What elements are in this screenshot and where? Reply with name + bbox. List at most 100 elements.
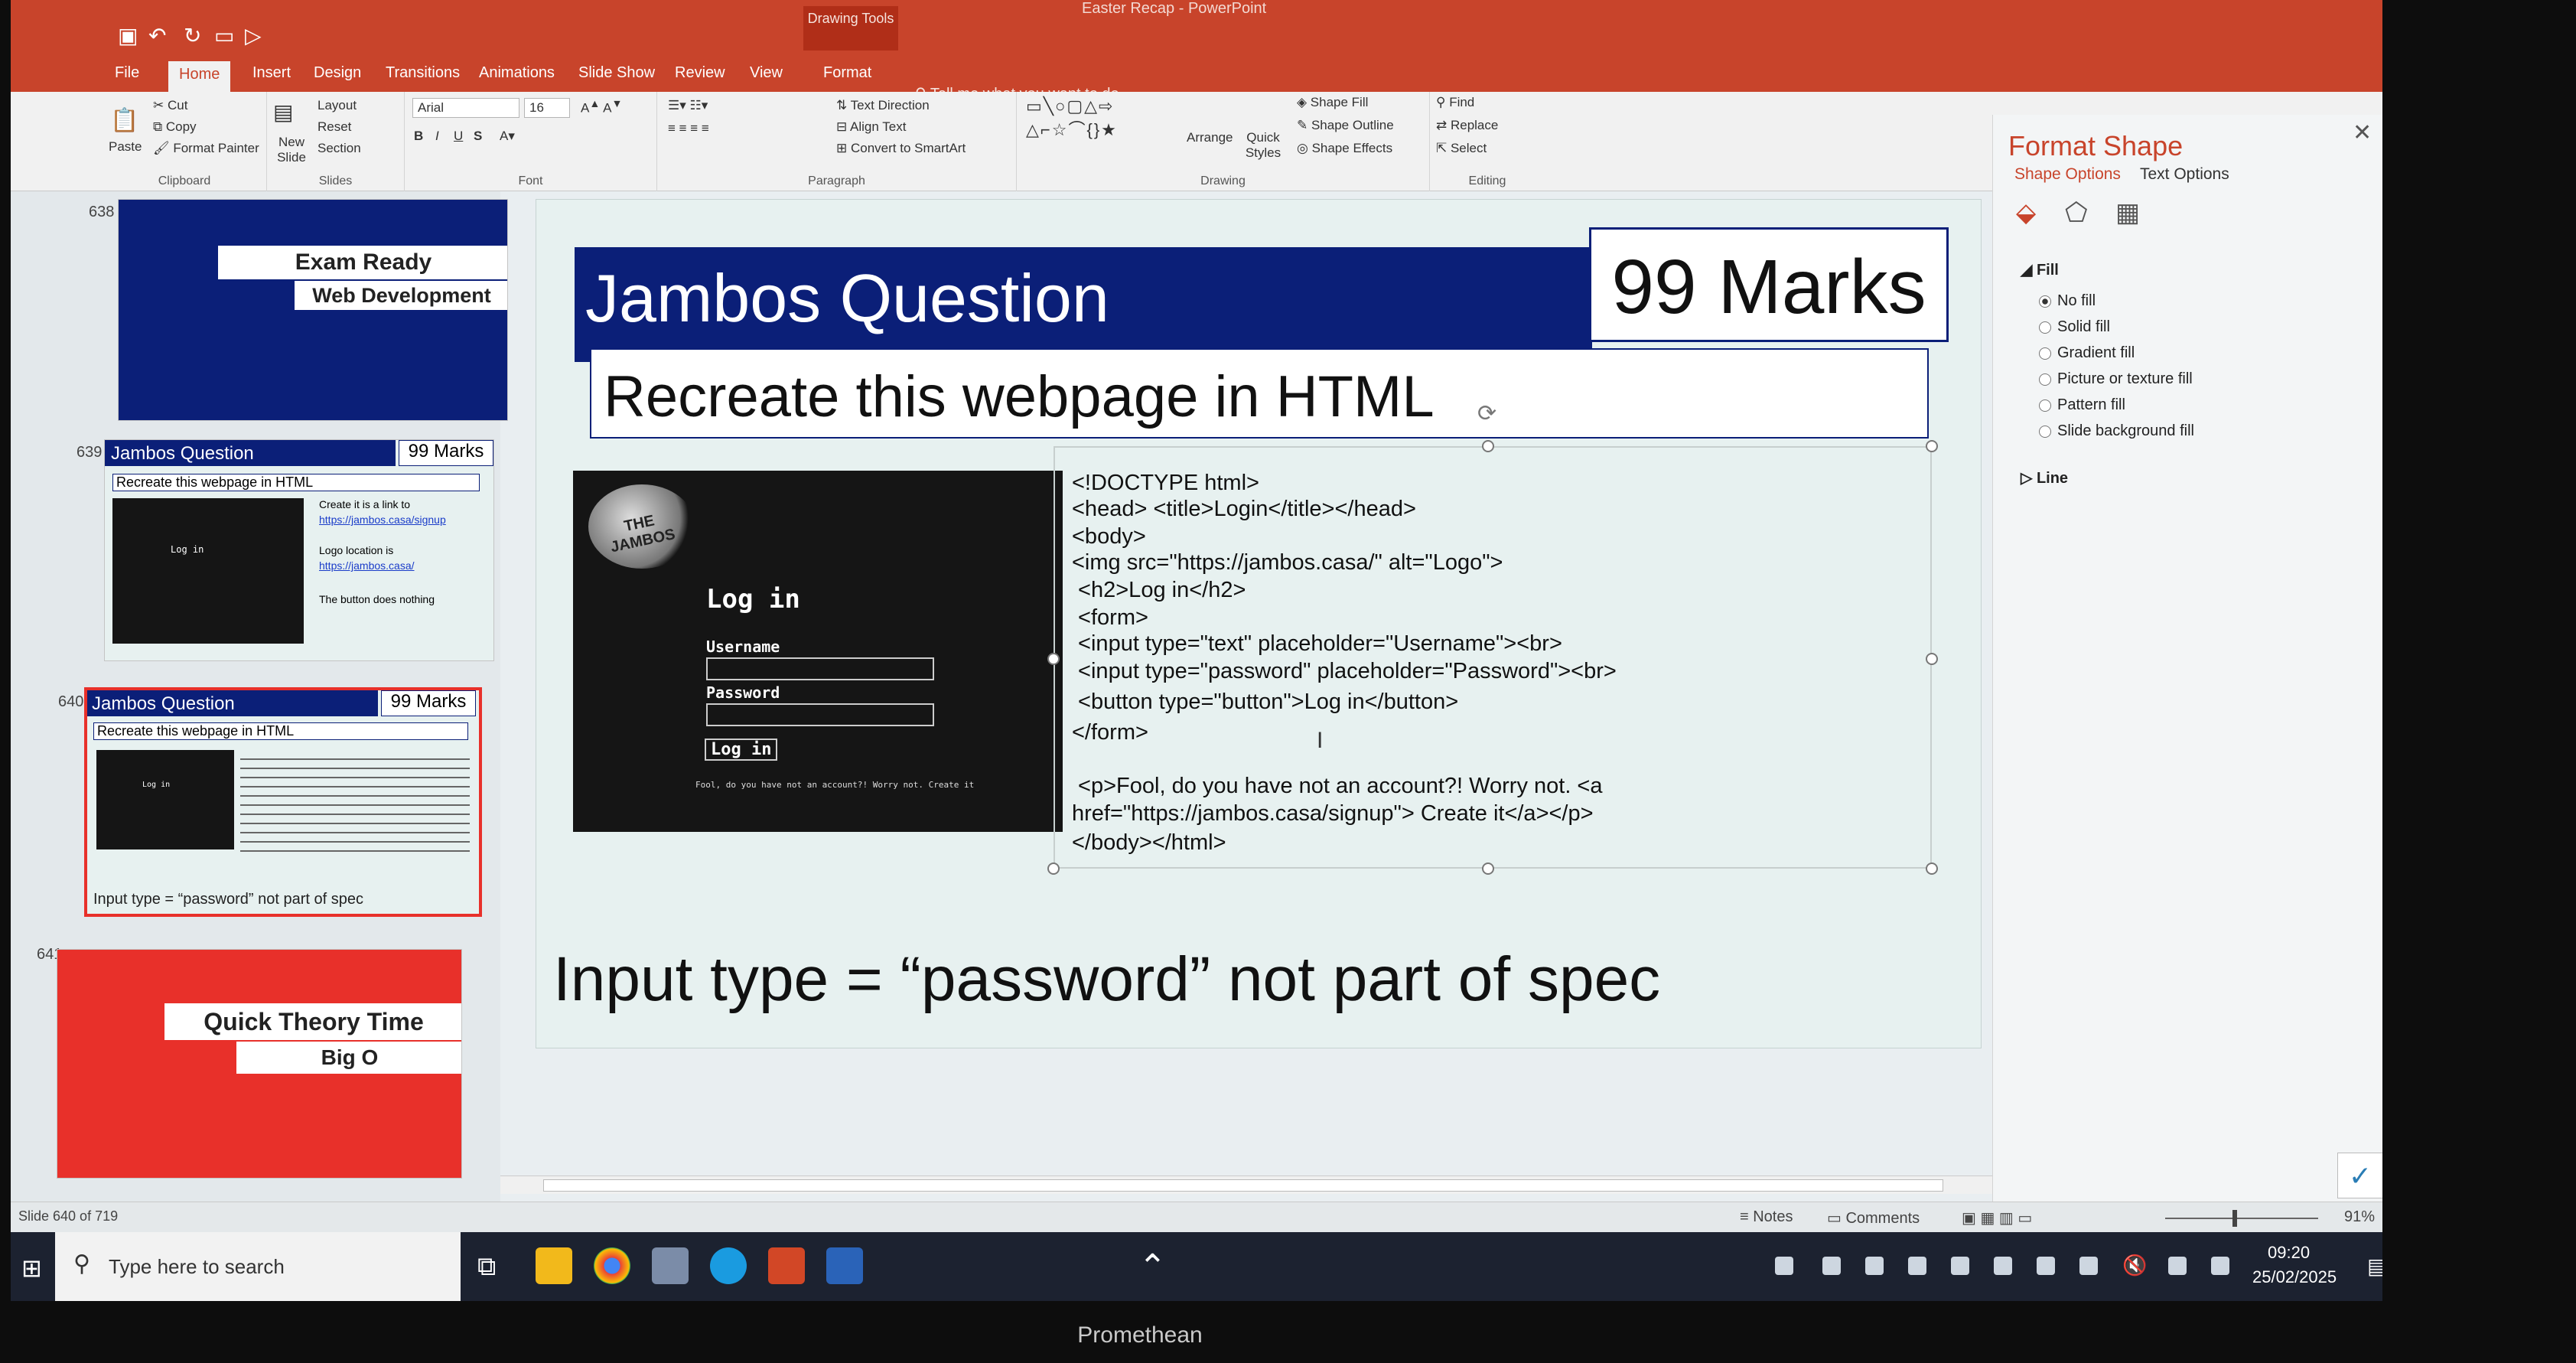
edge-icon[interactable] bbox=[710, 1247, 747, 1284]
tray-icon[interactable] bbox=[2037, 1257, 2055, 1275]
login-screenshot-image[interactable]: THE JAMBOS Log in Username Password Log … bbox=[573, 471, 1063, 832]
fill-option[interactable]: Slide background fill bbox=[2039, 422, 2194, 440]
tab-insert[interactable]: Insert bbox=[252, 64, 291, 82]
bullets-icon[interactable]: ☰▾ ☷▾ bbox=[668, 98, 708, 113]
task-view-icon[interactable]: ⧉ bbox=[477, 1252, 496, 1282]
tray-icon[interactable] bbox=[2211, 1257, 2229, 1275]
fill-line-icon[interactable]: ⬙ bbox=[2016, 197, 2036, 228]
tab-format[interactable]: Format bbox=[823, 64, 871, 82]
tab-text-options[interactable]: Text Options bbox=[2140, 165, 2229, 184]
paste-button[interactable]: Paste bbox=[109, 139, 142, 155]
arrange-button[interactable]: Arrange bbox=[1187, 130, 1233, 145]
thumbnail-639[interactable]: Jambos Question 99 Marks Recreate this w… bbox=[104, 439, 494, 661]
tab-slide-show[interactable]: Slide Show bbox=[578, 64, 655, 82]
new-slide-icon[interactable]: ▤ bbox=[273, 99, 293, 125]
shapes-gallery[interactable]: ▭╲○▢△⇨ △⌐☆⌒{}★ bbox=[1026, 96, 1118, 141]
redo-icon[interactable]: ↻ bbox=[184, 23, 201, 48]
thumbnail-641[interactable]: Quick Theory Time Big O bbox=[57, 949, 462, 1179]
tab-animations[interactable]: Animations bbox=[479, 64, 555, 82]
close-icon[interactable]: ✕ bbox=[2353, 119, 2372, 146]
underline-button[interactable]: U bbox=[454, 129, 463, 144]
fill-option[interactable]: No fill bbox=[2039, 292, 2096, 310]
resize-handle[interactable] bbox=[1482, 440, 1494, 452]
marks-box[interactable]: 99 Marks bbox=[1589, 227, 1949, 342]
thumbnail-638[interactable]: Exam Ready Web Development bbox=[118, 199, 508, 421]
tray-icon[interactable] bbox=[2079, 1257, 2098, 1275]
zoom-slider[interactable] bbox=[2165, 1218, 2318, 1219]
shape-effects-button[interactable]: ◎ Shape Effects bbox=[1297, 141, 1392, 156]
size-properties-icon[interactable]: ▦ bbox=[2115, 197, 2140, 228]
tray-icon[interactable] bbox=[1994, 1257, 2012, 1275]
thumbnail-640[interactable]: Jambos Question 99 Marks Recreate this w… bbox=[84, 687, 482, 917]
copy-button[interactable]: ⧉ Copy bbox=[153, 119, 197, 135]
resize-handle[interactable] bbox=[1047, 862, 1060, 875]
chrome-icon[interactable] bbox=[594, 1247, 630, 1284]
tray-icon[interactable] bbox=[1951, 1257, 1969, 1275]
notifications-icon[interactable]: ▤ bbox=[2367, 1254, 2382, 1279]
clock-date[interactable]: 25/02/2025 bbox=[2252, 1267, 2337, 1287]
font-name-select[interactable]: Arial bbox=[412, 98, 519, 118]
zoom-thumb[interactable] bbox=[2232, 1210, 2237, 1227]
font-color-icon[interactable]: A▾ bbox=[500, 129, 515, 144]
tab-review[interactable]: Review bbox=[675, 64, 725, 82]
tray-icon[interactable] bbox=[2168, 1257, 2187, 1275]
notes-button[interactable]: ≡ Notes bbox=[1740, 1208, 1793, 1226]
format-painter-button[interactable]: 🖌 Format Painter bbox=[153, 141, 259, 156]
app-icon[interactable] bbox=[652, 1247, 689, 1284]
line-header[interactable]: ▷ Line bbox=[2021, 468, 2068, 487]
taskbar-search-box[interactable]: ⚲ Type here to search bbox=[55, 1232, 461, 1301]
powerpoint-icon[interactable] bbox=[768, 1247, 805, 1284]
rotate-handle-icon[interactable]: ⟳ bbox=[1477, 400, 1496, 427]
italic-button[interactable]: I bbox=[435, 129, 439, 144]
grow-font-icon[interactable]: A▲ A▼ bbox=[581, 98, 623, 116]
normal-view-icon[interactable]: ▣ ▦ ▥ ▭ bbox=[1962, 1208, 2032, 1228]
resize-handle[interactable] bbox=[1926, 862, 1938, 875]
convert-smartart-button[interactable]: ⊞ Convert to SmartArt bbox=[836, 141, 966, 156]
shape-outline-button[interactable]: ✎ Shape Outline bbox=[1297, 118, 1394, 133]
slide-note[interactable]: Input type = “password” not part of spec bbox=[553, 944, 1660, 1016]
tab-file[interactable]: File bbox=[115, 64, 139, 82]
clock-time[interactable]: 09:20 bbox=[2268, 1243, 2310, 1263]
new-slide-button[interactable]: New Slide bbox=[269, 135, 314, 165]
resize-handle[interactable] bbox=[1047, 653, 1060, 665]
comments-button[interactable]: ▭ Comments bbox=[1827, 1208, 1920, 1228]
fill-option[interactable]: Solid fill bbox=[2039, 318, 2110, 336]
sims-icon[interactable] bbox=[826, 1247, 863, 1284]
tray-icon[interactable] bbox=[1775, 1257, 1793, 1275]
bold-button[interactable]: B bbox=[414, 129, 423, 144]
paste-icon[interactable]: 📋 bbox=[110, 107, 138, 134]
windows-start-icon[interactable]: ⊞ bbox=[21, 1254, 42, 1283]
align-text-button[interactable]: ⊟ Align Text bbox=[836, 119, 906, 135]
start-from-beginning-icon[interactable]: ▷ bbox=[245, 23, 262, 48]
save-icon[interactable]: ▣ bbox=[118, 23, 138, 48]
layout-button[interactable]: Layout bbox=[318, 98, 357, 113]
select-button[interactable]: ⇱ Select bbox=[1436, 141, 1487, 156]
slide-subtitle[interactable]: Recreate this webpage in HTML bbox=[604, 364, 1435, 430]
quick-styles-button[interactable]: Quick Styles bbox=[1240, 130, 1286, 161]
align-icons[interactable]: ≡ ≡ ≡ ≡ bbox=[668, 121, 709, 136]
file-explorer-icon[interactable] bbox=[536, 1247, 572, 1284]
resize-handle[interactable] bbox=[1926, 440, 1938, 452]
section-button[interactable]: Section bbox=[318, 141, 361, 156]
tab-design[interactable]: Design bbox=[314, 64, 361, 82]
fill-header[interactable]: ◢ Fill bbox=[2021, 260, 2059, 279]
resize-handle[interactable] bbox=[1926, 653, 1938, 665]
horizontal-scrollbar[interactable] bbox=[500, 1176, 2000, 1194]
tray-icon[interactable] bbox=[1822, 1257, 1841, 1275]
shape-fill-button[interactable]: ◈ Shape Fill bbox=[1297, 95, 1368, 110]
tab-home[interactable]: Home bbox=[168, 61, 231, 92]
tab-shape-options[interactable]: Shape Options bbox=[2014, 165, 2121, 184]
chevron-up-icon[interactable]: ⌃ bbox=[1138, 1247, 1167, 1286]
fill-option[interactable]: Picture or texture fill bbox=[2039, 370, 2193, 388]
slide-title[interactable]: Jambos Question bbox=[585, 259, 1109, 337]
resize-handle[interactable] bbox=[1482, 862, 1494, 875]
present-icon[interactable]: ▭ bbox=[214, 23, 234, 48]
volume-icon[interactable]: 🔇 bbox=[2122, 1254, 2147, 1277]
reset-button[interactable]: Reset bbox=[318, 119, 351, 135]
apply-check-icon[interactable]: ✓ bbox=[2337, 1153, 2382, 1198]
tab-view[interactable]: View bbox=[750, 64, 783, 82]
font-size-select[interactable]: 16 bbox=[524, 98, 570, 118]
tab-transitions[interactable]: Transitions bbox=[386, 64, 460, 82]
undo-icon[interactable]: ↶ bbox=[148, 23, 166, 48]
cut-button[interactable]: ✂ Cut bbox=[153, 98, 187, 113]
